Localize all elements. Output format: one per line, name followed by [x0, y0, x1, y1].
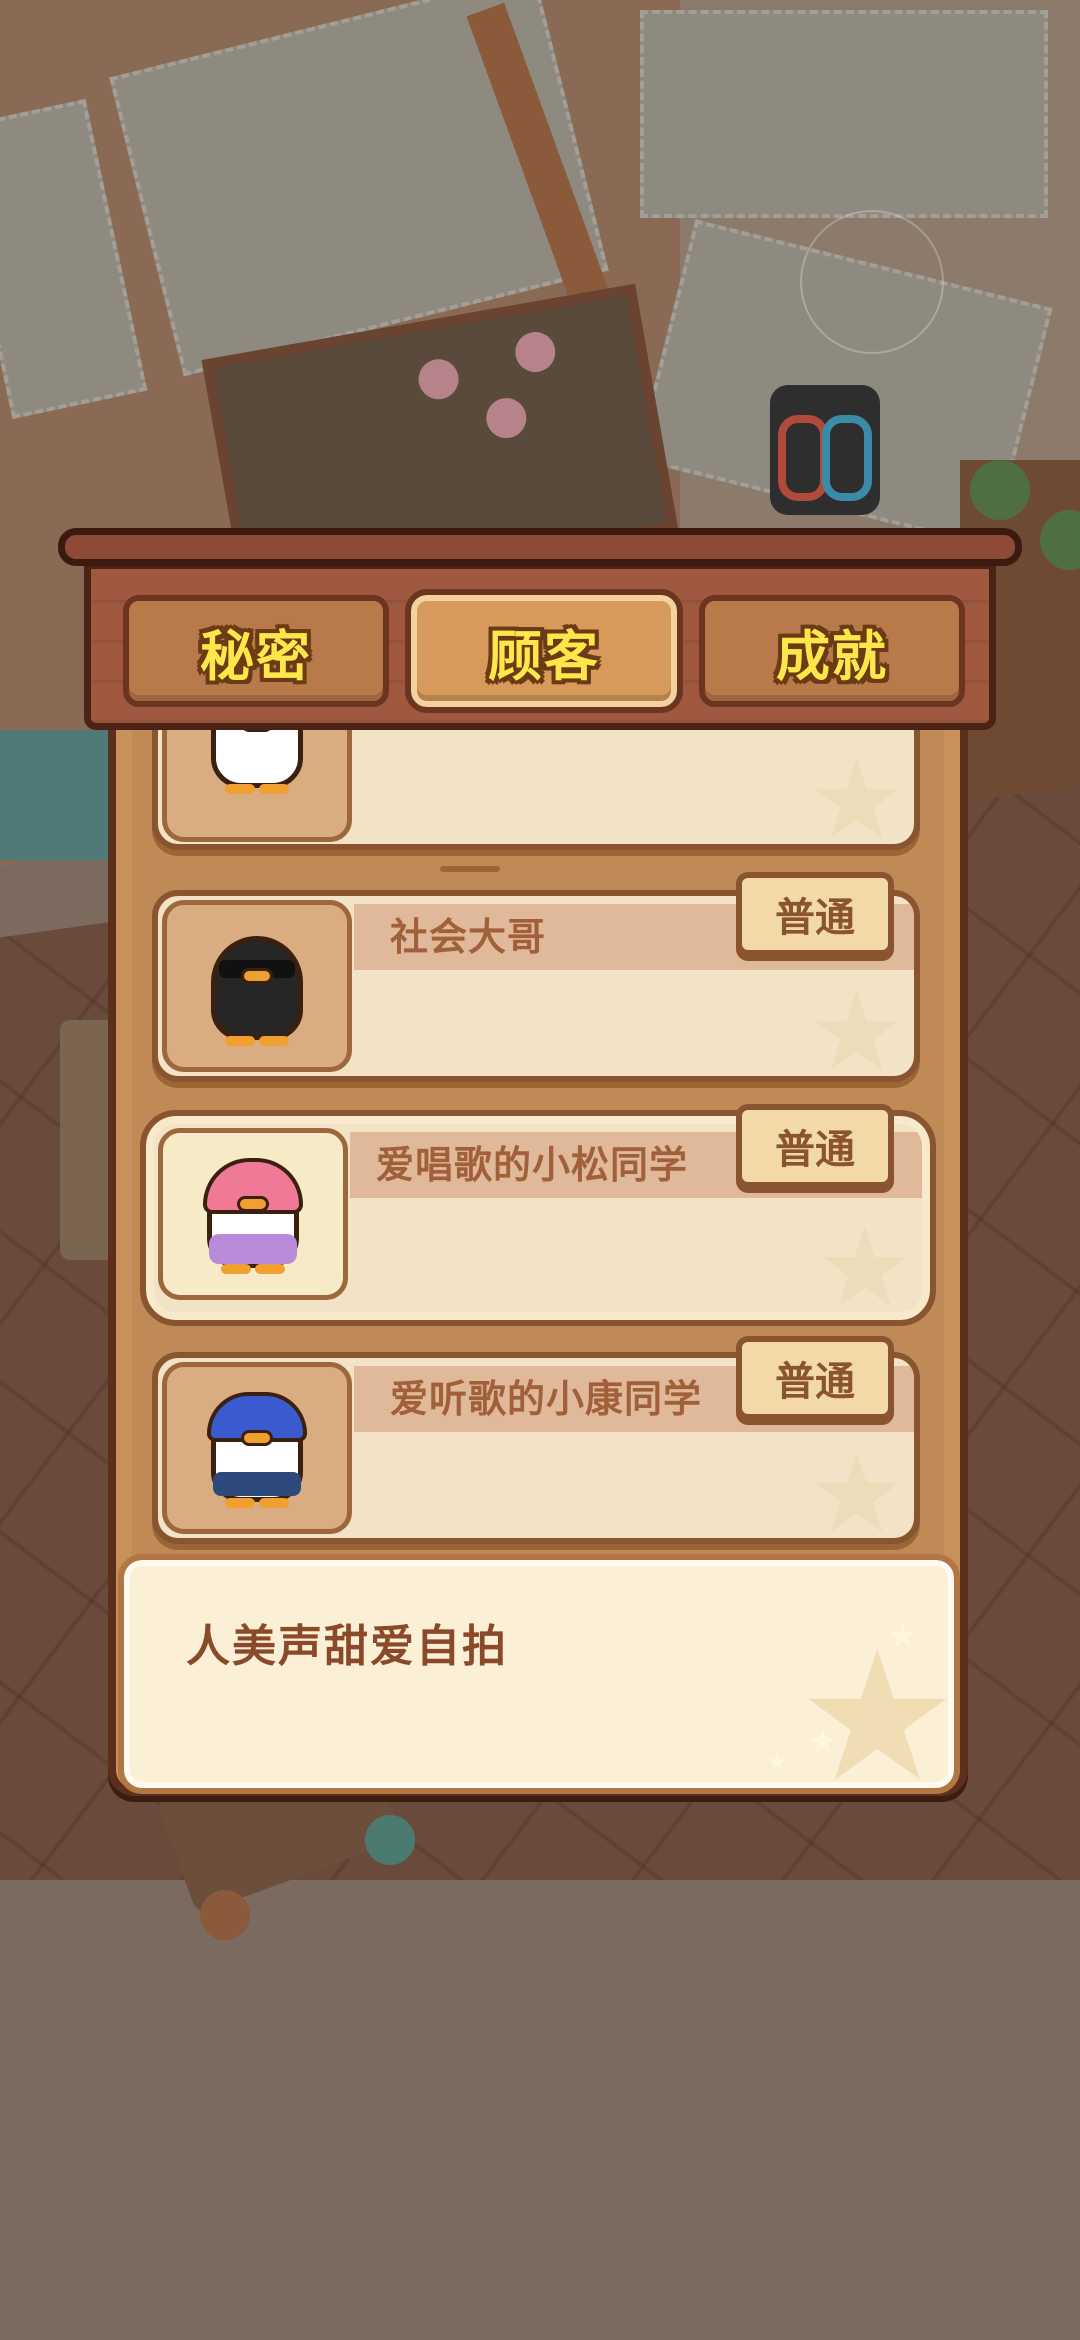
- cobweb-icon: [800, 210, 944, 354]
- tab-bar: 秘密 顾客 成就: [84, 562, 996, 730]
- tab-customers[interactable]: 顾客: [405, 589, 683, 713]
- customer-name: 爱听歌的小康同学: [390, 1377, 703, 1421]
- plant-icon: [970, 460, 1030, 520]
- star-icon: ★: [815, 1204, 914, 1320]
- star-icon: ★: [887, 1616, 918, 1656]
- wall-panel: [640, 10, 1048, 218]
- blossom-icon: [512, 328, 559, 376]
- star-icon: ★: [807, 1430, 906, 1544]
- star-icon: ★: [807, 1722, 838, 1762]
- blossom-icon: [483, 394, 530, 442]
- ball-icon: [200, 1890, 250, 1940]
- customer-name: 社会大哥: [390, 915, 547, 959]
- ball-icon: [365, 1815, 415, 1865]
- tab-secrets-label: 秘密: [200, 624, 312, 688]
- header-cap: [58, 528, 1022, 566]
- customer-avatar: [162, 900, 352, 1072]
- customer-avatar: [158, 1128, 348, 1300]
- list-divider: [440, 866, 500, 872]
- pink-hair-duck-icon: [193, 1154, 313, 1274]
- tab-secrets[interactable]: 秘密: [123, 595, 389, 707]
- blossom-icon: [415, 356, 462, 403]
- tab-achievements-label: 成就: [776, 624, 888, 688]
- speaker-icon: [770, 385, 880, 515]
- blue-hair-duck-icon: [197, 1388, 317, 1508]
- rarity-badge: 普通: [736, 872, 894, 956]
- star-icon: ★: [807, 736, 906, 850]
- rarity-badge: 普通: [736, 1336, 894, 1420]
- tab-customers-label: 顾客: [488, 624, 600, 688]
- star-icon: ★: [766, 1748, 788, 1776]
- customer-avatar: [162, 1362, 352, 1534]
- star-icon: ★: [807, 968, 906, 1082]
- rarity-badge: 普通: [736, 1104, 894, 1188]
- tab-achievements[interactable]: 成就: [699, 595, 965, 707]
- floor-lower: [0, 1880, 1080, 2340]
- customer-name: 爱唱歌的小松同学: [376, 1143, 689, 1187]
- customer-description: 人美声甜爱自拍: [186, 1621, 508, 1672]
- sunglasses-duck-icon: [197, 926, 317, 1046]
- counter: [0, 730, 110, 860]
- customer-description-panel: 人美声甜爱自拍 ★ ★ ★ ★: [118, 1554, 960, 1794]
